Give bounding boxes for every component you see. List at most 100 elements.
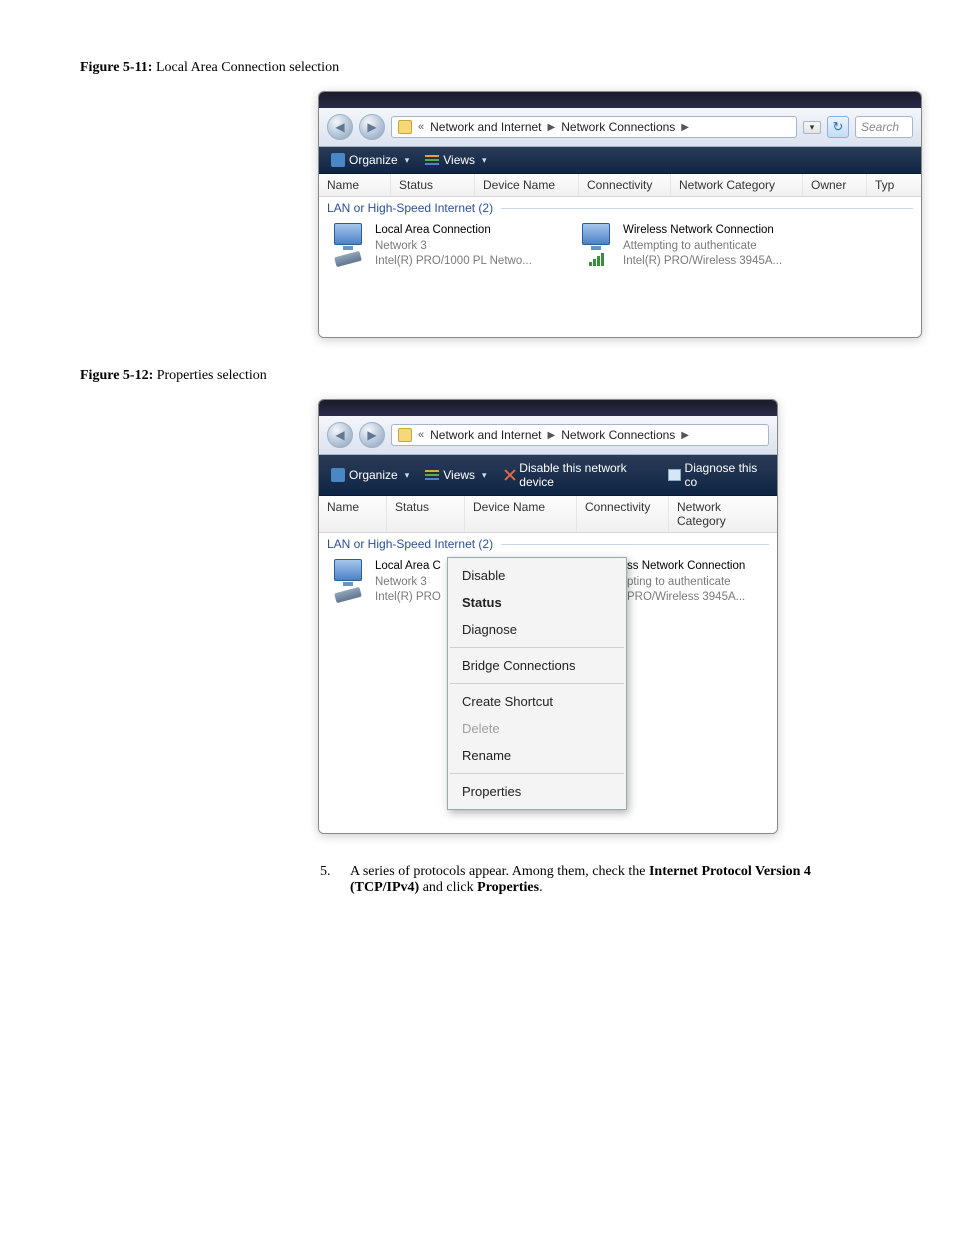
- conn-device: PRO/Wireless 3945A...: [627, 590, 745, 606]
- cm-rename[interactable]: Rename: [448, 742, 626, 769]
- connection-item-lan[interactable]: Local Area Connection Network 3 Intel(R)…: [327, 223, 547, 270]
- group-header[interactable]: LAN or High-Speed Internet (2): [319, 197, 921, 219]
- cm-bridge[interactable]: Bridge Connections: [448, 652, 626, 679]
- cable-icon: [334, 251, 362, 267]
- conn-name: Local Area C: [375, 559, 441, 575]
- menu-separator: [450, 647, 624, 648]
- breadcrumb-item-2[interactable]: Network Connections: [561, 428, 675, 442]
- figure-5-12-caption: Figure 5-12: Properties selection: [80, 368, 894, 384]
- col-name[interactable]: Name: [319, 174, 391, 196]
- window-network-connections-1: ◀ ▶ « Network and Internet ▶ Network Con…: [318, 91, 922, 338]
- col-owner[interactable]: Owner: [803, 174, 867, 196]
- breadcrumb-chevrons: «: [418, 121, 424, 133]
- views-button[interactable]: Views: [421, 466, 490, 484]
- cm-diagnose[interactable]: Diagnose: [448, 616, 626, 643]
- col-connectivity[interactable]: Connectivity: [579, 174, 671, 196]
- fig-text: Properties selection: [157, 368, 267, 383]
- col-type[interactable]: Typ: [867, 174, 921, 196]
- fig-text: Local Area Connection selection: [156, 60, 339, 75]
- lan-connection-icon: [327, 559, 369, 606]
- organize-button[interactable]: Organize: [327, 466, 413, 484]
- breadcrumb-chevrons: «: [418, 429, 424, 441]
- views-icon: [425, 154, 439, 166]
- titlebar: [319, 400, 777, 416]
- col-category[interactable]: Network Category: [669, 496, 777, 532]
- diagnose-button[interactable]: Diagnose this co: [664, 459, 769, 491]
- disable-icon: [503, 468, 516, 482]
- nav-forward-button[interactable]: ▶: [359, 114, 385, 140]
- command-bar: Organize Views: [319, 147, 921, 174]
- connection-item-wifi-partial[interactable]: ss Network Connection pting to authentic…: [627, 559, 777, 606]
- figure-5-11-caption: Figure 5-11: Local Area Connection selec…: [80, 60, 894, 76]
- fig-label: Figure 5-11:: [80, 60, 152, 75]
- conn-status: pting to authenticate: [627, 575, 745, 591]
- col-device[interactable]: Device Name: [465, 496, 577, 532]
- refresh-button[interactable]: ↻: [827, 116, 849, 138]
- col-status[interactable]: Status: [387, 496, 465, 532]
- window-network-connections-2: ◀ ▶ « Network and Internet ▶ Network Con…: [318, 399, 778, 834]
- organize-button[interactable]: Organize: [327, 151, 413, 169]
- cm-shortcut[interactable]: Create Shortcut: [448, 688, 626, 715]
- disable-device-button[interactable]: Disable this network device: [499, 459, 656, 491]
- column-headers: Name Status Device Name Connectivity Net…: [319, 496, 777, 533]
- chevron-right-icon: ▶: [681, 430, 689, 441]
- group-header[interactable]: LAN or High-Speed Internet (2): [319, 533, 777, 555]
- address-bar-row: ◀ ▶ « Network and Internet ▶ Network Con…: [319, 416, 777, 455]
- menu-separator: [450, 683, 624, 684]
- titlebar: [319, 92, 921, 108]
- column-headers: Name Status Device Name Connectivity Net…: [319, 174, 921, 197]
- chevron-right-icon: ▶: [681, 122, 689, 133]
- lan-connection-icon: [327, 223, 369, 270]
- views-icon: [425, 469, 439, 481]
- content-area: LAN or High-Speed Internet (2) Local Are…: [319, 533, 777, 833]
- menu-separator: [450, 773, 624, 774]
- col-category[interactable]: Network Category: [671, 174, 803, 196]
- conn-name: Wireless Network Connection: [623, 223, 782, 239]
- diagnose-icon: [668, 469, 681, 481]
- breadcrumb[interactable]: « Network and Internet ▶ Network Connect…: [391, 424, 769, 446]
- cm-delete[interactable]: Delete: [448, 715, 626, 742]
- cm-status[interactable]: Status: [448, 589, 626, 616]
- nav-back-button[interactable]: ◀: [327, 114, 353, 140]
- connection-item-lan[interactable]: Local Area C Network 3 Intel(R) PRO: [327, 559, 447, 606]
- conn-device: Intel(R) PRO: [375, 590, 441, 606]
- cable-icon: [334, 587, 362, 603]
- cm-disable[interactable]: Disable: [448, 562, 626, 589]
- nav-back-button[interactable]: ◀: [327, 422, 353, 448]
- col-device[interactable]: Device Name: [475, 174, 579, 196]
- conn-status: Network 3: [375, 239, 532, 255]
- address-dropdown-button[interactable]: ▾: [803, 121, 821, 134]
- col-connectivity[interactable]: Connectivity: [577, 496, 669, 532]
- command-bar: Organize Views Disable this network devi…: [319, 455, 777, 496]
- chevron-right-icon: ▶: [548, 430, 556, 441]
- nav-forward-button[interactable]: ▶: [359, 422, 385, 448]
- step-content: A series of protocols appear. Among them…: [350, 864, 880, 896]
- views-button[interactable]: Views: [421, 151, 490, 169]
- search-input[interactable]: Search: [855, 116, 913, 138]
- step-5-text: 5. A series of protocols appear. Among t…: [320, 864, 880, 896]
- cm-properties[interactable]: Properties: [448, 778, 626, 805]
- organize-icon: [331, 468, 345, 482]
- col-status[interactable]: Status: [391, 174, 475, 196]
- content-area: LAN or High-Speed Internet (2) Local Are…: [319, 197, 921, 337]
- conn-status: Network 3: [375, 575, 441, 591]
- conn-device: Intel(R) PRO/Wireless 3945A...: [623, 254, 782, 270]
- conn-name: ss Network Connection: [627, 559, 745, 575]
- col-name[interactable]: Name: [319, 496, 387, 532]
- chevron-right-icon: ▶: [548, 122, 556, 133]
- context-menu: Disable Status Diagnose Bridge Connectio…: [447, 557, 627, 810]
- breadcrumb-item-1[interactable]: Network and Internet: [430, 120, 541, 134]
- breadcrumb-item-2[interactable]: Network Connections: [561, 120, 675, 134]
- fig-label: Figure 5-12:: [80, 368, 153, 383]
- folder-icon: [398, 428, 412, 442]
- wifi-signal-icon: [589, 253, 604, 266]
- conn-device: Intel(R) PRO/1000 PL Netwo...: [375, 254, 532, 270]
- conn-status: Attempting to authenticate: [623, 239, 782, 255]
- folder-icon: [398, 120, 412, 134]
- organize-icon: [331, 153, 345, 167]
- address-bar-row: ◀ ▶ « Network and Internet ▶ Network Con…: [319, 108, 921, 147]
- conn-name: Local Area Connection: [375, 223, 532, 239]
- breadcrumb-item-1[interactable]: Network and Internet: [430, 428, 541, 442]
- breadcrumb[interactable]: « Network and Internet ▶ Network Connect…: [391, 116, 797, 138]
- connection-item-wifi[interactable]: Wireless Network Connection Attempting t…: [575, 223, 795, 270]
